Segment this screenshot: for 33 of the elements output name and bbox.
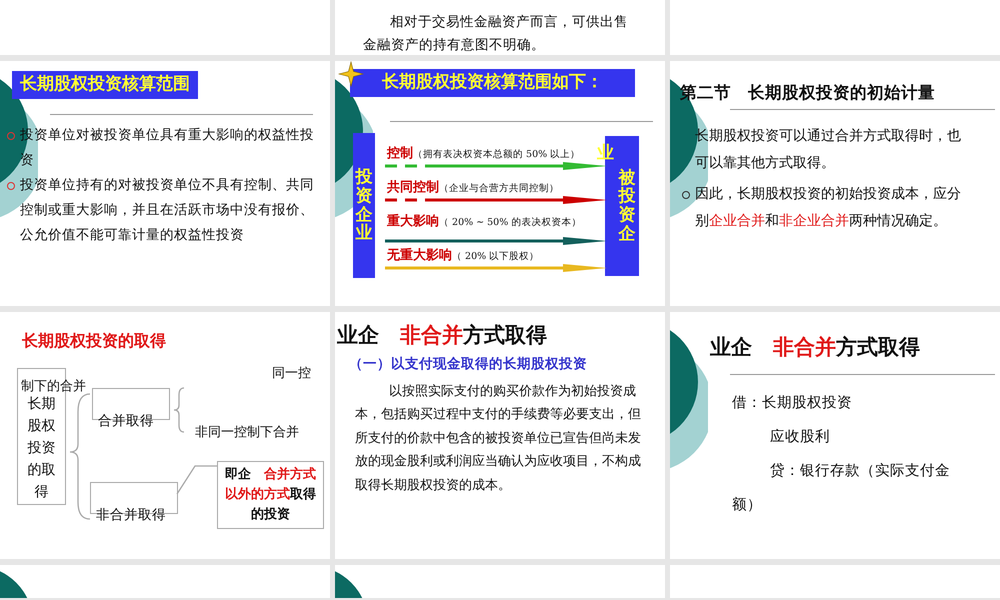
- term-text: 共同控制: [387, 180, 439, 195]
- bullet-text: 投资单位持有的对被投资单位不具有控制、共同控制或重大影响，并且在活跃市场中没有报价、公允价值不能可靠计量的权益性投资: [20, 176, 315, 245]
- sparkle-icon: [338, 61, 364, 87]
- note-text: （企业与合营方共同控制）: [439, 183, 559, 194]
- slide-title: 业企 非合并方式取得: [337, 322, 548, 349]
- entry-text: 贷：银行存款（实际支付金额）: [732, 462, 951, 515]
- node-label: 非同一控制下合并: [195, 424, 299, 442]
- entry-text: 应收股利: [769, 428, 831, 447]
- term-text: 控制: [387, 146, 413, 161]
- slide-title: 业企 非合并方式取得: [710, 334, 920, 361]
- slide-text: 以按照实际支付的购买价款作为初始投资成本，包括购买过程中支付的手续费等必要支出，但所支付的价款中包含的被投资单位已宣告但尚未发放的现金股利或利润应当确认为应收项目，不构成取得长期股权投资的成本。: [354, 382, 642, 495]
- note-text: （ 20% ~ 50% 的表决权资本）: [439, 217, 582, 228]
- brace-drawing: [173, 387, 185, 433]
- bullet-icon: [7, 182, 15, 190]
- node-label: 同一控: [272, 365, 311, 383]
- connector-line: [176, 465, 218, 495]
- slide-title: 长期股权投资的取得: [22, 330, 166, 352]
- slide-title: 长期股权投资核算范围如下：: [350, 69, 635, 96]
- left-box: 投资企业: [353, 133, 376, 278]
- branch-text: 合并取得: [98, 412, 154, 431]
- term-text: 重大影响: [387, 214, 439, 229]
- note-text: （ 20% 以下股权）: [452, 251, 540, 262]
- overlay-text: 制下的合并: [21, 378, 86, 396]
- entry-text: 借：长期股权投资: [732, 394, 853, 413]
- term-text: 无重大影响: [387, 248, 452, 263]
- bullet-icon: [7, 132, 15, 140]
- slide-title: 长期股权投资核算范围: [12, 71, 198, 98]
- slide-text: 相对于交易性金融资产而言，可供出售金融资产的持有意图不明确。: [363, 13, 628, 55]
- branch-text: 非合并取得: [96, 506, 166, 525]
- result-box: 即企 合并方式以外的方式取得的投资: [217, 461, 324, 529]
- note-text: （拥有表决权资本总额的 50% 以上）: [413, 149, 580, 160]
- slide-text: 因此，长期股权投资的初始投资成本，应分别企业合并和非企业合并两种情况确定。: [695, 185, 962, 231]
- slide-subtitle: （一）以支付现金取得的长期股权投资: [349, 354, 588, 374]
